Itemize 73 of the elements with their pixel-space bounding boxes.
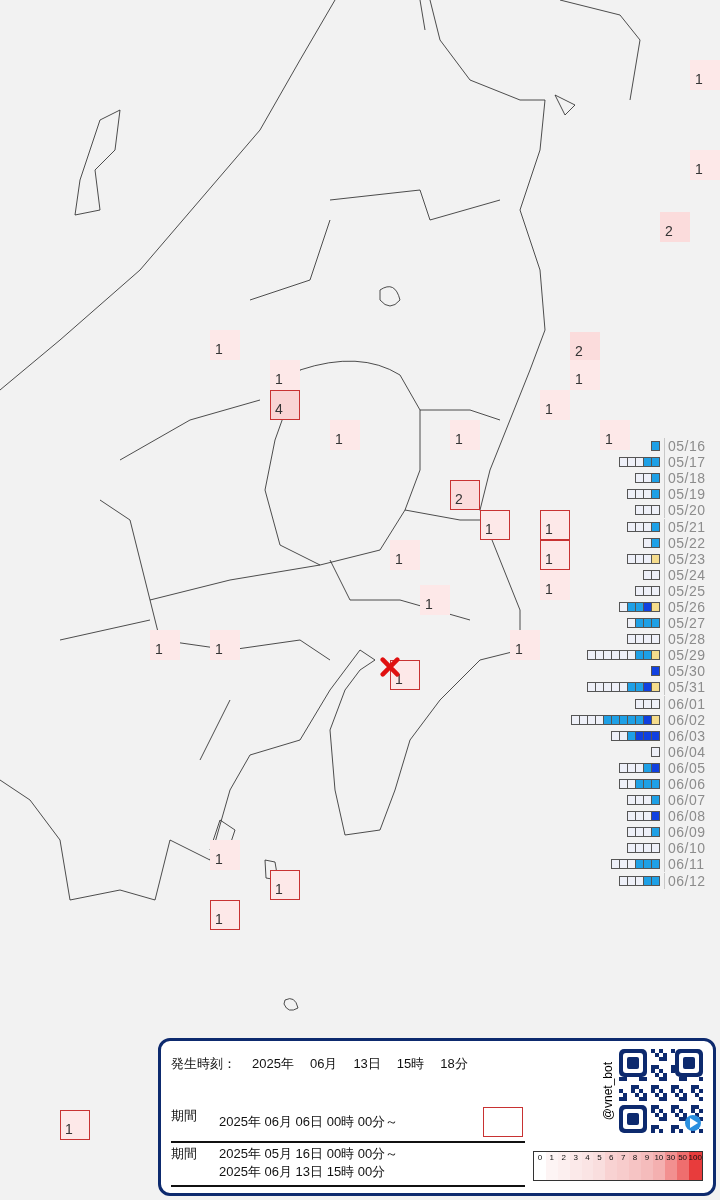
count-cell: 1 <box>210 840 240 870</box>
date-label: 05/18 <box>664 470 720 487</box>
date-label: 05/29 <box>664 647 720 664</box>
count-cell: 1 <box>210 900 240 930</box>
date-label: 05/28 <box>664 631 720 648</box>
date-label: 06/08 <box>664 808 720 825</box>
count-cell: 1 <box>450 420 480 450</box>
period-label: 期間 <box>171 1145 197 1163</box>
count-cell: 1 <box>690 150 720 180</box>
date-label: 06/05 <box>664 759 720 776</box>
count-cell: 1 <box>600 420 630 450</box>
qr-code-icon <box>619 1049 703 1133</box>
scale-step: 8 <box>629 1152 641 1180</box>
count-cell: 2 <box>660 212 690 242</box>
count-cell: 1 <box>60 1110 90 1140</box>
date-label: 06/06 <box>664 776 720 792</box>
date-label: 05/22 <box>664 534 720 551</box>
count-cell: 1 <box>480 510 510 540</box>
date-label: 05/20 <box>664 502 720 519</box>
count-cell: 1 <box>270 360 300 390</box>
count-cell: 1 <box>270 870 300 900</box>
legend-box <box>483 1107 523 1137</box>
date-label: 06/09 <box>664 824 720 841</box>
date-label: 06/04 <box>664 743 720 760</box>
date-label: 05/31 <box>664 679 720 696</box>
scale-step: 5 <box>593 1152 606 1180</box>
scale-step: 7 <box>617 1152 630 1180</box>
date-label: 05/23 <box>664 550 720 567</box>
date-label: 05/27 <box>664 615 720 632</box>
scale-step: 6 <box>605 1152 618 1180</box>
date-label: 05/19 <box>664 486 720 503</box>
period-start-text: 2025年 05月 16日 00時 00分～ <box>219 1145 399 1163</box>
date-label: 06/07 <box>664 792 720 809</box>
count-cell: 2 <box>570 332 600 362</box>
day-text: 13日 <box>353 1055 381 1073</box>
period-start-text: 2025年 06月 06日 00時 00分～ <box>219 1113 399 1131</box>
count-cell: 1 <box>420 585 450 615</box>
minute-text: 18分 <box>440 1055 468 1073</box>
month-text: 06月 <box>309 1055 338 1073</box>
count-cell: 1 <box>390 540 420 570</box>
date-label: 05/24 <box>664 566 720 583</box>
count-cell: 1 <box>570 360 600 390</box>
account-handle: @vnet_bot <box>601 1061 615 1121</box>
occurred-label: 発生時刻： <box>171 1055 236 1073</box>
count-cell: 1 <box>690 60 720 90</box>
count-cell: 1 <box>330 420 360 450</box>
count-cell: 1 <box>540 390 570 420</box>
hour-text: 15時 <box>396 1055 425 1073</box>
count-cell: 1 <box>210 330 240 360</box>
date-label: 06/12 <box>664 872 720 889</box>
count-cell: 1 <box>540 540 570 570</box>
count-cell: 1 <box>510 630 540 660</box>
count-cell: 1 <box>210 630 240 660</box>
date-label: 05/26 <box>664 599 720 615</box>
count-cell: 2 <box>450 480 480 510</box>
period-label: 期間 <box>171 1107 197 1125</box>
date-label: 06/11 <box>664 856 720 873</box>
count-cell: 1 <box>540 570 570 600</box>
date-label: 05/21 <box>664 518 720 535</box>
date-label: 05/25 <box>664 582 720 599</box>
date-label: 05/16 <box>664 438 720 455</box>
year-text: 2025年 <box>252 1055 294 1073</box>
count-cell: 4 <box>270 390 300 420</box>
count-cell: 1 <box>540 510 570 540</box>
count-cell: 1 <box>150 630 180 660</box>
date-label: 06/01 <box>664 695 720 712</box>
date-label: 06/10 <box>664 840 720 857</box>
date-label: 06/03 <box>664 727 720 744</box>
scale-step: 9 <box>641 1152 653 1180</box>
date-label: 05/30 <box>664 663 720 680</box>
period-end-text: 2025年 06月 13日 15時 00分 <box>219 1163 387 1181</box>
date-label: 05/17 <box>664 454 720 471</box>
date-label: 06/02 <box>664 711 720 728</box>
